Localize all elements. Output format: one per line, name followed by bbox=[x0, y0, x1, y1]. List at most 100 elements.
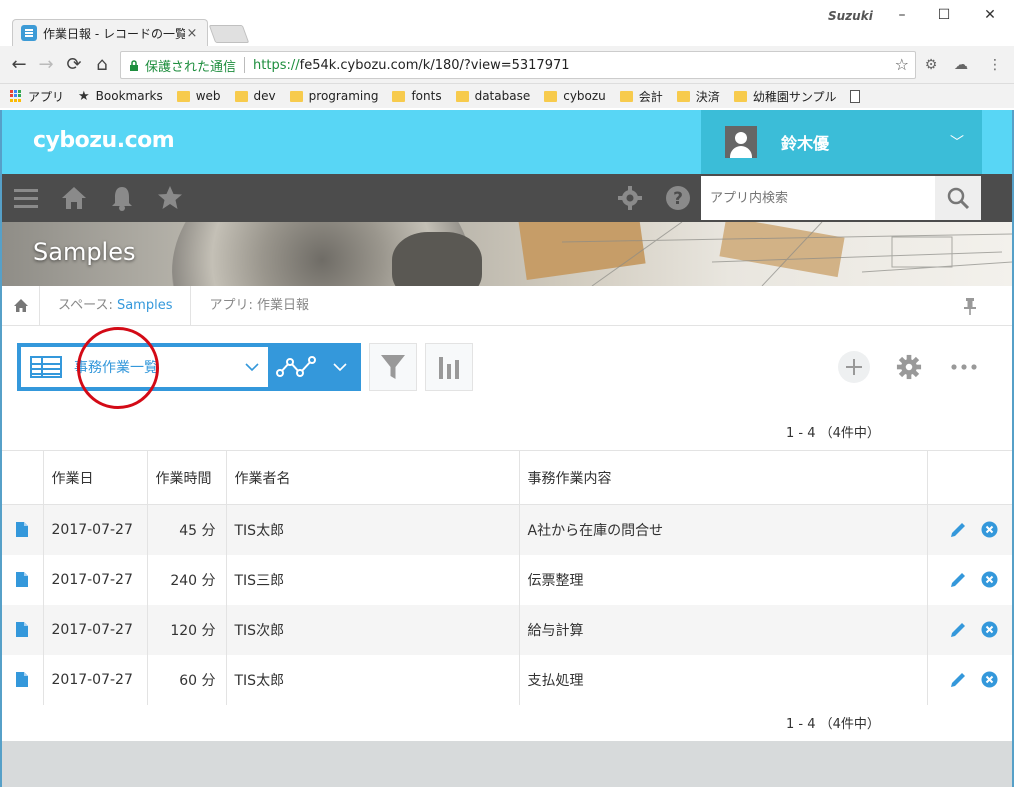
breadcrumb: スペース: Samples アプリ: 作業日報 bbox=[2, 285, 1012, 326]
favorites-star-icon[interactable] bbox=[156, 184, 184, 212]
column-header-task[interactable]: 事務作業内容 bbox=[519, 450, 928, 505]
record-detail-link[interactable] bbox=[2, 554, 44, 605]
records-table: 作業日 作業時間 作業者名 事務作業内容 2017-07-27 45 分 TIS… bbox=[2, 450, 1012, 705]
more-options-button[interactable] bbox=[948, 351, 980, 383]
bookmark-folder-fonts[interactable]: fonts bbox=[392, 89, 442, 103]
bookmark-folder-programing[interactable]: programing bbox=[289, 89, 379, 103]
bookmark-bookmarks[interactable]: ★ Bookmarks bbox=[78, 89, 163, 104]
extension-gear-icon[interactable]: ⚙ bbox=[922, 56, 940, 74]
edit-pencil-icon[interactable] bbox=[950, 621, 967, 638]
search-button[interactable] bbox=[935, 176, 981, 220]
record-detail-link[interactable] bbox=[2, 654, 44, 705]
browser-menu-icon[interactable]: ⋮ bbox=[986, 56, 1004, 74]
close-window-button[interactable]: ✕ bbox=[975, 5, 1005, 25]
maximize-button[interactable]: ☐ bbox=[929, 5, 959, 25]
app-settings-button[interactable] bbox=[893, 351, 925, 383]
chevron-down-icon bbox=[245, 362, 259, 371]
notification-bell-icon[interactable] bbox=[108, 184, 136, 212]
new-tab-button[interactable] bbox=[208, 25, 250, 43]
document-icon bbox=[16, 672, 29, 687]
graph-dropdown-button[interactable] bbox=[275, 351, 359, 383]
bookmark-label: 決済 bbox=[695, 89, 720, 104]
add-record-button[interactable] bbox=[838, 351, 870, 383]
view-dropdown[interactable]: 事務作業一覧 bbox=[21, 347, 268, 387]
bookmark-apps[interactable]: アプリ bbox=[10, 88, 64, 105]
extension-icon[interactable]: ☁ bbox=[952, 56, 970, 74]
settings-gear-icon[interactable] bbox=[616, 184, 644, 212]
cell-worker: TIS三郎 bbox=[226, 554, 520, 605]
bar-chart-icon bbox=[439, 357, 459, 379]
banner-blueprint-image bbox=[562, 222, 1012, 286]
bookmark-star-icon[interactable]: ☆ bbox=[895, 55, 909, 74]
breadcrumb-space-link[interactable]: Samples bbox=[117, 298, 173, 313]
bookmark-folder-settlement[interactable]: 決済 bbox=[676, 88, 720, 105]
forward-arrow-icon[interactable]: → bbox=[34, 53, 58, 77]
folder-icon bbox=[176, 90, 190, 102]
delete-x-icon[interactable] bbox=[981, 671, 998, 688]
column-header-worker[interactable]: 作業者名 bbox=[226, 450, 520, 505]
bookmark-folder-dev[interactable]: dev bbox=[234, 89, 276, 103]
bookmark-folder-cybozu[interactable]: cybozu bbox=[544, 89, 606, 103]
folder-icon bbox=[289, 90, 303, 102]
help-question-icon[interactable]: ? bbox=[664, 184, 692, 212]
edit-pencil-icon[interactable] bbox=[950, 521, 967, 538]
cell-task: 伝票整理 bbox=[519, 554, 928, 605]
bookmark-folder-web[interactable]: web bbox=[176, 89, 221, 103]
bookmark-label: 幼稚園サンプル bbox=[752, 89, 837, 104]
delete-x-icon[interactable] bbox=[981, 521, 998, 538]
bookmark-label: programing bbox=[308, 89, 379, 103]
graph-line-icon bbox=[276, 356, 316, 377]
filter-button[interactable] bbox=[369, 343, 417, 391]
funnel-filter-icon bbox=[381, 355, 405, 379]
plus-icon bbox=[846, 359, 862, 375]
space-banner: Samples bbox=[2, 222, 1012, 286]
hamburger-menu-icon[interactable] bbox=[12, 184, 40, 212]
tab-close-icon[interactable]: × bbox=[185, 26, 199, 41]
breadcrumb-home[interactable] bbox=[2, 285, 40, 326]
back-arrow-icon[interactable]: ← bbox=[7, 53, 31, 77]
document-icon bbox=[16, 572, 29, 587]
cell-hours: 240 分 bbox=[147, 554, 227, 605]
cell-worker: TIS次郎 bbox=[226, 604, 520, 655]
browser-tab[interactable]: 作業日報 - レコードの一覧 × bbox=[12, 19, 208, 46]
bookmark-label: 会計 bbox=[638, 89, 663, 104]
cell-hours: 45 分 bbox=[147, 504, 227, 555]
table-row: 2017-07-27 120 分 TIS次郎 給与計算 bbox=[2, 604, 1012, 655]
tab-title: 作業日報 - レコードの一覧 bbox=[43, 26, 185, 41]
column-header-date[interactable]: 作業日 bbox=[43, 450, 148, 505]
home-icon[interactable]: ⌂ bbox=[90, 53, 114, 77]
delete-x-icon[interactable] bbox=[981, 571, 998, 588]
cybozu-logo[interactable]: cybozu.com bbox=[33, 128, 175, 153]
bookmark-folder-accounting[interactable]: 会計 bbox=[619, 88, 663, 105]
bookmark-folder-database[interactable]: database bbox=[455, 89, 530, 103]
reload-icon[interactable]: ⟳ bbox=[62, 53, 86, 77]
folder-icon bbox=[544, 90, 558, 102]
bookmark-label: fonts bbox=[411, 89, 442, 103]
breadcrumb-app[interactable]: アプリ: 作業日報 bbox=[191, 286, 327, 326]
breadcrumb-space-prefix: スペース: bbox=[58, 297, 117, 313]
delete-x-icon[interactable] bbox=[981, 621, 998, 638]
chevron-down-icon: ﹀ bbox=[950, 135, 964, 151]
row-actions bbox=[927, 654, 1012, 705]
cell-worker: TIS太郎 bbox=[226, 504, 520, 555]
minimize-button[interactable]: – bbox=[887, 5, 917, 25]
record-detail-link[interactable] bbox=[2, 604, 44, 655]
bookmark-folder-kindergarten[interactable]: 幼稚園サンプル bbox=[733, 88, 837, 105]
app-search-input[interactable] bbox=[701, 176, 935, 220]
record-detail-link[interactable] bbox=[2, 504, 44, 555]
browser-profile-name[interactable]: Suzuki bbox=[828, 9, 873, 23]
bookmark-page[interactable] bbox=[850, 89, 861, 103]
column-header-hours[interactable]: 作業時間 bbox=[147, 450, 227, 505]
address-bar[interactable]: 保護された通信 https:// fe54k.cybozu.com/k/180/… bbox=[120, 51, 916, 79]
home-icon[interactable] bbox=[60, 184, 88, 212]
pin-icon[interactable] bbox=[962, 297, 978, 315]
folder-icon bbox=[234, 90, 248, 102]
user-menu[interactable]: 鈴木優 ﹀ bbox=[701, 110, 982, 174]
row-actions bbox=[927, 604, 1012, 655]
edit-pencil-icon[interactable] bbox=[950, 571, 967, 588]
edit-pencil-icon[interactable] bbox=[950, 671, 967, 688]
graph-button[interactable] bbox=[425, 343, 473, 391]
ellipsis-icon bbox=[951, 364, 977, 370]
app-search bbox=[701, 176, 981, 220]
cell-date: 2017-07-27 bbox=[43, 654, 148, 705]
